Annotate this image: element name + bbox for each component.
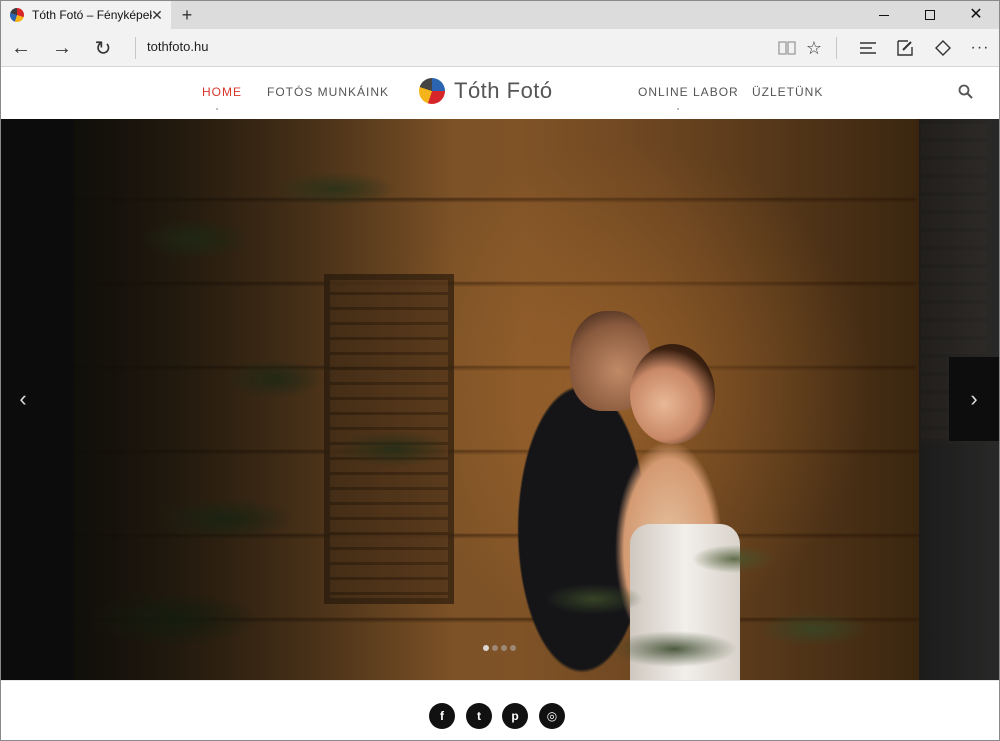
close-icon: ✕ (969, 6, 983, 23)
tab-close-icon[interactable]: ✕ (149, 7, 165, 23)
close-window-button[interactable]: ✕ (953, 1, 999, 29)
more-button[interactable]: ··· (965, 33, 995, 63)
forward-button[interactable]: → (47, 33, 77, 63)
address-bar[interactable]: tothfoto.hu (147, 39, 208, 54)
minimize-button[interactable] (861, 1, 907, 29)
menu-item-lab[interactable]: ONLINE LABOR (638, 85, 739, 99)
maximize-button[interactable] (907, 1, 953, 29)
pinterest-link[interactable]: p (502, 703, 528, 729)
hub-icon (860, 42, 876, 54)
menu-dot (216, 108, 218, 110)
star-icon: ☆ (805, 37, 823, 58)
chevron-right-icon: › (970, 386, 978, 411)
slider-dot[interactable] (510, 645, 516, 651)
site-footer: f t p ◎ (1, 680, 999, 740)
menu-item-shop[interactable]: ÜZLETÜNK (752, 85, 823, 99)
address-divider (135, 37, 136, 59)
menu-item-home[interactable]: HOME (202, 85, 242, 99)
instagram-icon: ◎ (546, 709, 558, 723)
tab-bar: Tóth Fotó – Fényképek é ✕ + ✕ (1, 1, 999, 29)
navigation-bar: ← → ↻ tothfoto.hu ☆ ··· (1, 29, 999, 67)
new-tab-button[interactable]: + (177, 5, 197, 25)
share-icon (935, 40, 951, 56)
refresh-icon: ↻ (94, 37, 112, 60)
logo-mark-icon (419, 78, 445, 104)
photo-foliage-foreground (474, 499, 894, 680)
search-icon[interactable] (957, 83, 975, 101)
twitter-icon: t (477, 709, 481, 723)
twitter-link[interactable]: t (466, 703, 492, 729)
back-button[interactable]: ← (6, 33, 36, 63)
pen-note-icon (897, 40, 913, 56)
browser-tab[interactable]: Tóth Fotó – Fényképek é ✕ (1, 1, 171, 29)
site-favicon-icon (10, 8, 24, 22)
slider-dot[interactable] (501, 645, 507, 651)
menu-dot (677, 108, 679, 110)
slider-prev-button[interactable]: ‹ (1, 357, 45, 441)
menu-item-works[interactable]: FOTÓS MUNKÁINK (267, 85, 389, 99)
arrow-left-icon: ← (11, 36, 31, 59)
hero-slider: ‹ › (1, 119, 999, 680)
minimize-icon (879, 14, 889, 16)
share-button[interactable] (928, 33, 958, 63)
slider-dots (483, 645, 516, 651)
logo-text: Tóth Fotó (454, 78, 553, 103)
book-icon (778, 41, 796, 55)
facebook-link[interactable]: f (429, 703, 455, 729)
toolbar-divider (836, 37, 837, 59)
favorite-button[interactable]: ☆ (799, 33, 829, 63)
photo-foliage-left (74, 119, 524, 680)
facebook-icon: f (440, 709, 444, 723)
slider-dot[interactable] (483, 645, 489, 651)
site-logo[interactable]: Tóth Fotó (419, 78, 553, 104)
browser-window: Tóth Fotó – Fényképek é ✕ + ✕ ← → ↻ toth… (0, 0, 1000, 741)
site-header: HOME FOTÓS MUNKÁINK Tóth Fotó ONLINE LAB… (1, 67, 999, 119)
web-note-button[interactable] (890, 33, 920, 63)
chevron-left-icon: ‹ (19, 386, 27, 411)
maximize-icon (925, 10, 935, 20)
tab-title: Tóth Fotó – Fényképek é (32, 8, 152, 22)
slider-next-button[interactable]: › (949, 357, 999, 441)
photo-bride-head (630, 344, 715, 444)
refresh-button[interactable]: ↻ (88, 33, 118, 63)
pinterest-icon: p (511, 709, 519, 723)
more-dots-icon: ··· (970, 39, 990, 56)
hub-button[interactable] (853, 33, 883, 63)
instagram-link[interactable]: ◎ (539, 703, 565, 729)
arrow-right-icon: → (52, 36, 72, 59)
reading-view-button[interactable] (772, 33, 802, 63)
slider-dot[interactable] (492, 645, 498, 651)
